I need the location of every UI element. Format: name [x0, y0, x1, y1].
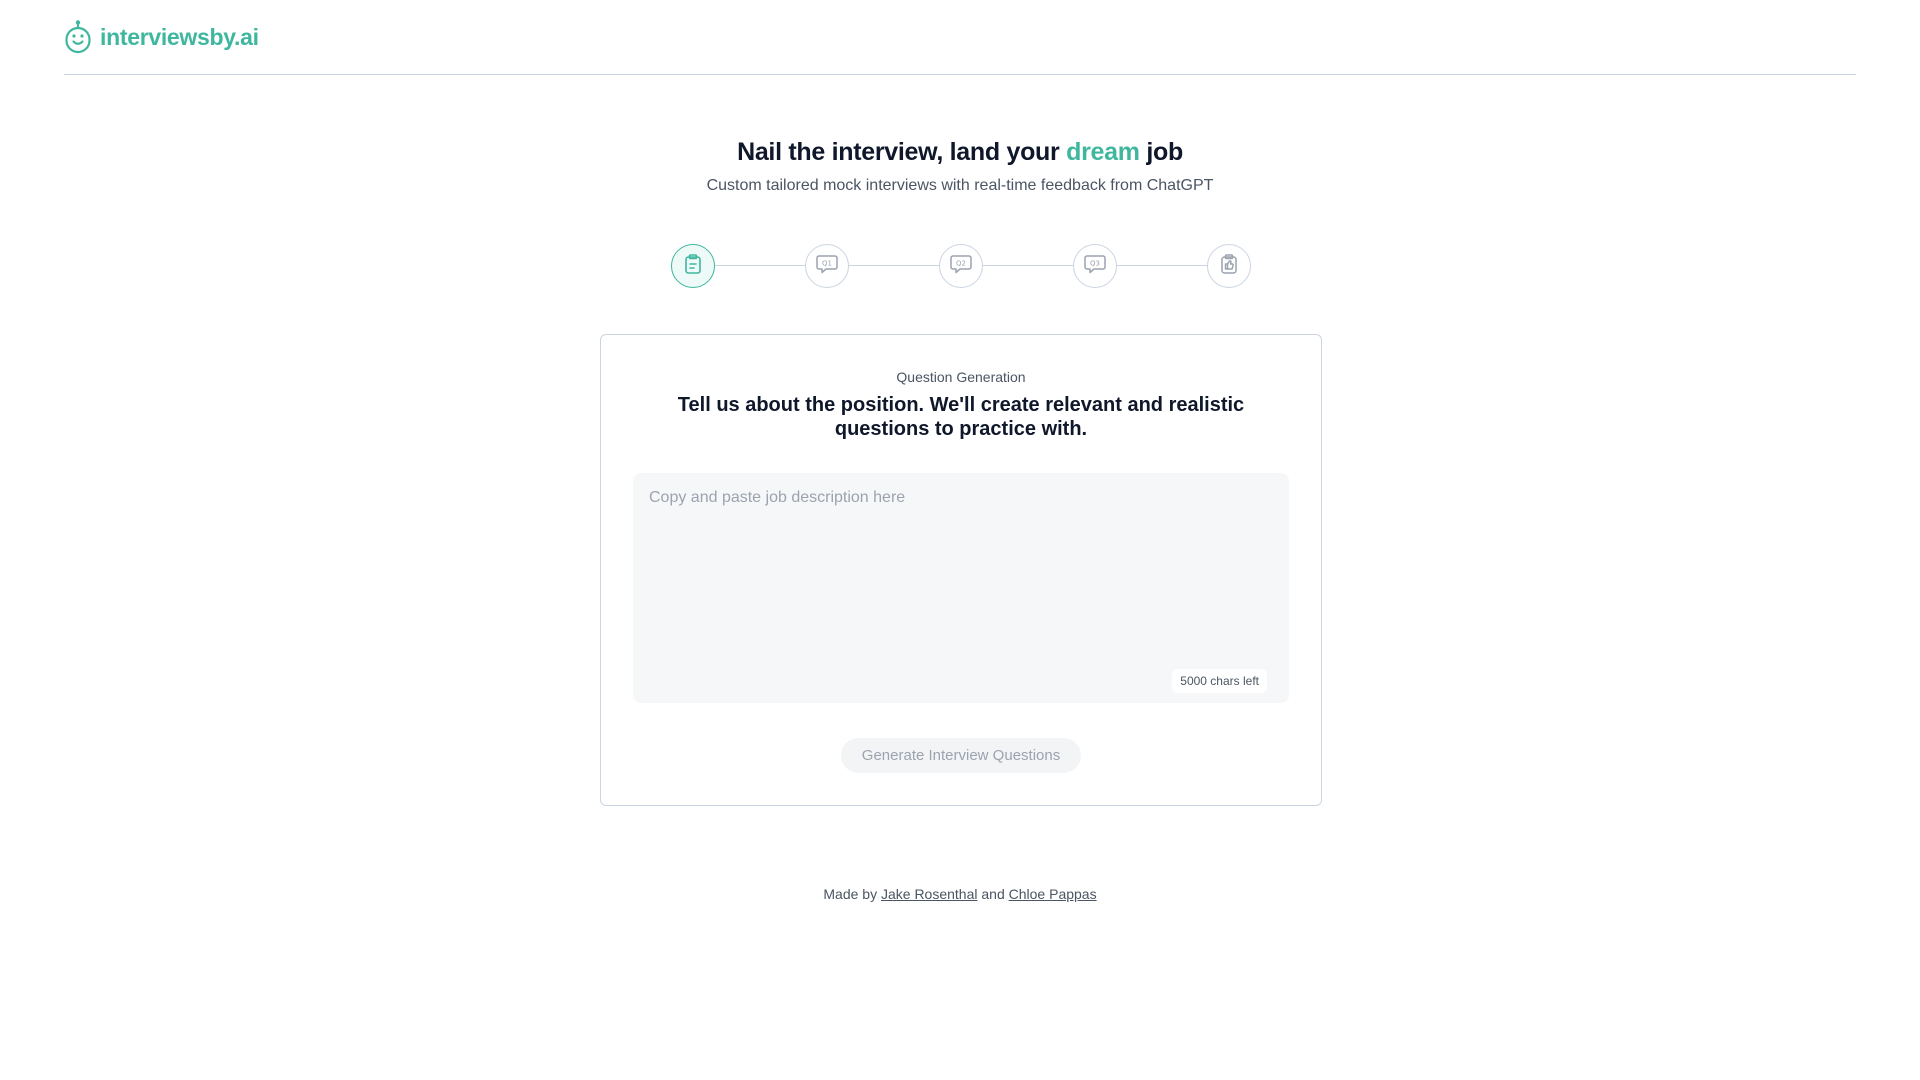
- site-footer: Made by Jake Rosenthal and Chloe Pappas: [0, 886, 1920, 902]
- step-connector: [849, 265, 939, 266]
- job-description-wrapper: 5000 chars left: [633, 473, 1289, 703]
- speech-bubble-q3-icon: Q3: [1083, 253, 1107, 280]
- chars-left-badge: 5000 chars left: [1172, 669, 1267, 693]
- footer-prefix: Made by: [823, 886, 878, 902]
- clipboard-icon: [682, 253, 704, 280]
- step-question-1[interactable]: Q1: [805, 244, 849, 288]
- site-header: interviewsby.ai: [64, 0, 1856, 75]
- card-title: Tell us about the position. We'll create…: [677, 394, 1245, 440]
- brand-name: interviewsby.ai: [100, 23, 259, 50]
- step-job-description[interactable]: [671, 244, 715, 288]
- robot-head-icon: [64, 19, 92, 55]
- title-accent: dream: [1066, 138, 1140, 166]
- step-connector: [983, 265, 1073, 266]
- card-kicker: Question Generation: [896, 369, 1026, 385]
- step-question-3[interactable]: Q3: [1073, 244, 1117, 288]
- generate-questions-button[interactable]: Generate Interview Questions: [841, 738, 1081, 773]
- svg-text:Q3: Q3: [1090, 259, 1100, 267]
- svg-text:Q2: Q2: [956, 259, 966, 267]
- step-connector: [1117, 265, 1207, 266]
- footer-joiner: and: [981, 886, 1005, 902]
- step-feedback[interactable]: [1207, 244, 1251, 288]
- clipboard-thumbs-up-icon: [1218, 253, 1240, 280]
- speech-bubble-q1-icon: Q1: [815, 253, 839, 280]
- step-connector: [715, 265, 805, 266]
- step-question-2[interactable]: Q2: [939, 244, 983, 288]
- progress-stepper: Q1 Q2 Q3: [671, 244, 1251, 288]
- page-subtitle: Custom tailored mock interviews with rea…: [706, 177, 1214, 194]
- hero: Nail the interview, land your dream job …: [0, 138, 1920, 195]
- svg-text:Q1: Q1: [822, 259, 832, 267]
- page-title: Nail the interview, land your dream job: [0, 138, 1920, 167]
- title-after: job: [1146, 138, 1183, 166]
- logo[interactable]: interviewsby.ai: [64, 19, 259, 55]
- title-before: Nail the interview, land your: [737, 138, 1060, 166]
- question-generation-card: Question Generation Tell us about the po…: [600, 334, 1322, 806]
- author-link-chloe[interactable]: Chloe Pappas: [1009, 886, 1097, 902]
- author-link-jake[interactable]: Jake Rosenthal: [881, 886, 978, 902]
- speech-bubble-q2-icon: Q2: [949, 253, 973, 280]
